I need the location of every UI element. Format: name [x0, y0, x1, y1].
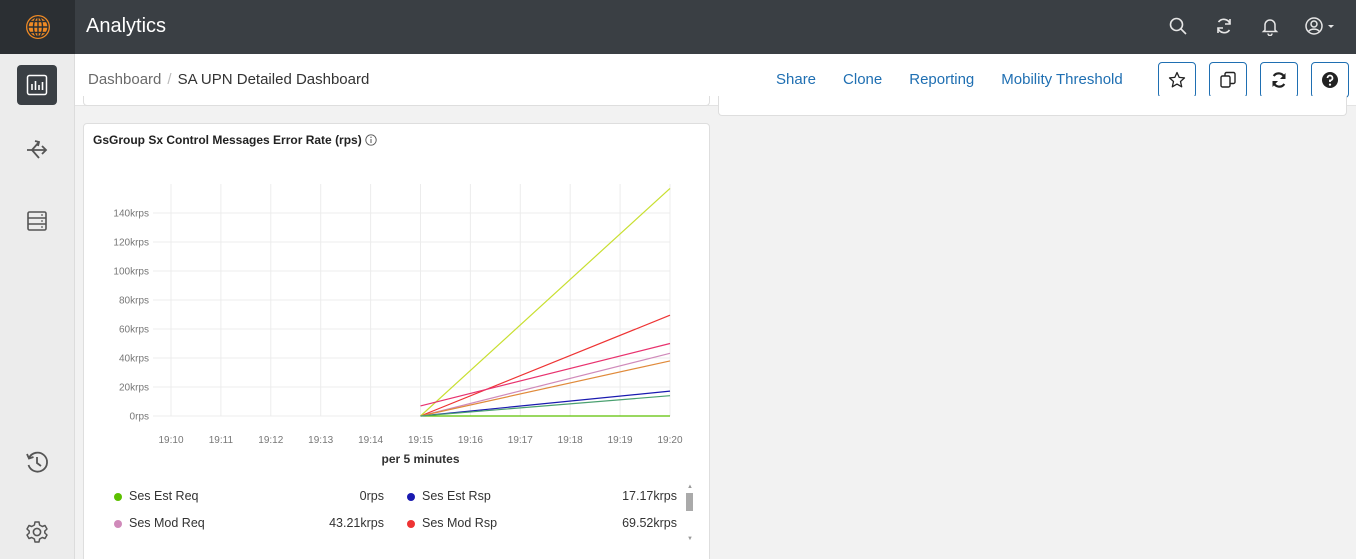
help-icon	[1322, 72, 1338, 88]
sidebar-item-settings[interactable]	[17, 512, 57, 552]
x-tick-label: 19:17	[508, 435, 533, 446]
favorite-button[interactable]	[1158, 62, 1196, 98]
chart-series	[420, 187, 671, 417]
y-tick-label: 120krps	[113, 238, 149, 249]
sidebar-item-analytics[interactable]	[17, 65, 57, 105]
breadcrumb-current: SA UPN Detailed Dashboard	[177, 71, 370, 88]
search-icon[interactable]	[1166, 14, 1190, 38]
share-arrows-icon	[27, 140, 48, 159]
breadcrumb-separator: /	[167, 71, 172, 88]
legend-name: Ses Mod Rsp	[422, 516, 498, 530]
scroll-up-icon[interactable]: ▲	[687, 484, 693, 490]
y-tick-label: 60krps	[119, 325, 149, 336]
x-axis-label: per 5 minutes	[381, 452, 459, 466]
sidebar-item-servers[interactable]	[17, 201, 57, 241]
x-axis: 19:10 19:11 19:12 19:13 19:14 19:15 19:16 19:17…	[158, 435, 682, 446]
series-line	[420, 390, 671, 417]
bar-chart-icon	[26, 74, 48, 96]
x-tick-label: 19:12	[258, 435, 283, 446]
legend-value: 0rps	[359, 489, 384, 503]
y-axis: 0rps 20krps 40krps 60krps 80krps 100krps 120kr…	[113, 209, 149, 423]
share-link[interactable]: Share	[776, 71, 816, 88]
series-line	[420, 395, 671, 417]
user-icon[interactable]	[1304, 14, 1338, 38]
line-chart[interactable]: 0rps 20krps 40krps 60krps 80krps 100krps 120kr…	[84, 124, 711, 484]
y-tick-label: 140krps	[113, 209, 149, 220]
series-line	[420, 352, 671, 417]
legend-value: 17.17krps	[622, 489, 677, 503]
refresh-icon[interactable]	[1212, 14, 1236, 38]
refresh-dashboard-button[interactable]	[1260, 62, 1298, 98]
legend-value: 69.52krps	[622, 516, 677, 530]
legend-scrollbar[interactable]: ▲ ▼	[685, 484, 693, 544]
panel-above-right	[718, 96, 1347, 116]
legend-item[interactable]: Ses Est Req 0rps	[114, 489, 384, 507]
x-tick-label: 19:11	[209, 435, 234, 446]
chart-grid	[153, 184, 671, 417]
series-line	[420, 360, 671, 417]
y-tick-label: 20krps	[119, 383, 149, 394]
sidebar-item-history[interactable]	[17, 442, 57, 482]
y-tick-label: 80krps	[119, 296, 149, 307]
reporting-link[interactable]: Reporting	[909, 71, 974, 88]
x-tick-label: 19:15	[408, 435, 433, 446]
refresh-icon	[1272, 72, 1286, 88]
x-tick-label: 19:13	[308, 435, 333, 446]
y-tick-label: 0rps	[130, 412, 149, 423]
app-logo[interactable]	[0, 0, 75, 54]
bell-icon[interactable]	[1258, 14, 1282, 38]
legend-item[interactable]: Ses Est Rsp 17.17krps	[407, 489, 677, 507]
legend-item[interactable]: Ses Mod Req 43.21krps	[114, 516, 384, 534]
help-button[interactable]	[1311, 62, 1349, 98]
clone-link[interactable]: Clone	[843, 71, 882, 88]
globe-icon	[25, 15, 50, 39]
legend-dot	[114, 520, 122, 528]
chart-panel: GsGroup Sx Control Messages Error Rate (…	[83, 123, 710, 559]
y-tick-label: 40krps	[119, 354, 149, 365]
series-line	[420, 342, 671, 407]
header-actions	[1166, 14, 1338, 38]
legend-dot	[407, 493, 415, 501]
scroll-down-icon[interactable]: ▼	[687, 536, 693, 542]
legend-name: Ses Mod Req	[129, 516, 205, 530]
x-tick-label: 19:10	[158, 435, 183, 446]
x-tick-label: 19:20	[657, 435, 682, 446]
server-list-icon	[27, 211, 47, 231]
legend-dot	[407, 520, 415, 528]
x-tick-label: 19:16	[458, 435, 483, 446]
x-tick-label: 19:19	[608, 435, 633, 446]
legend-dot	[114, 493, 122, 501]
app-title: Analytics	[86, 15, 167, 37]
sidebar	[0, 54, 75, 559]
series-line	[420, 187, 671, 417]
mobility-threshold-link[interactable]: Mobility Threshold	[1001, 71, 1122, 88]
gear-icon	[26, 521, 48, 543]
legend-name: Ses Est Rsp	[422, 489, 491, 503]
panel-above-left	[83, 96, 710, 106]
history-icon	[26, 451, 48, 473]
series-line	[420, 314, 671, 417]
x-tick-label: 19:18	[558, 435, 583, 446]
y-tick-label: 100krps	[113, 267, 149, 278]
star-icon	[1168, 71, 1186, 88]
legend-value: 43.21krps	[329, 516, 384, 530]
breadcrumb: Dashboard / SA UPN Detailed Dashboard	[88, 71, 369, 88]
copy-icon	[1220, 71, 1236, 88]
x-tick-label: 19:14	[358, 435, 383, 446]
top-bar: Analytics	[0, 0, 1356, 54]
breadcrumb-dashboard-link[interactable]: Dashboard	[88, 71, 161, 88]
legend-name: Ses Est Req	[129, 489, 199, 503]
legend-item[interactable]: Ses Mod Rsp 69.52krps	[407, 516, 677, 534]
sidebar-item-flows[interactable]	[17, 130, 57, 170]
action-links: Share Clone Reporting Mobility Threshold	[776, 71, 1150, 88]
scrollbar-thumb[interactable]	[686, 493, 693, 511]
copy-button[interactable]	[1209, 62, 1247, 98]
